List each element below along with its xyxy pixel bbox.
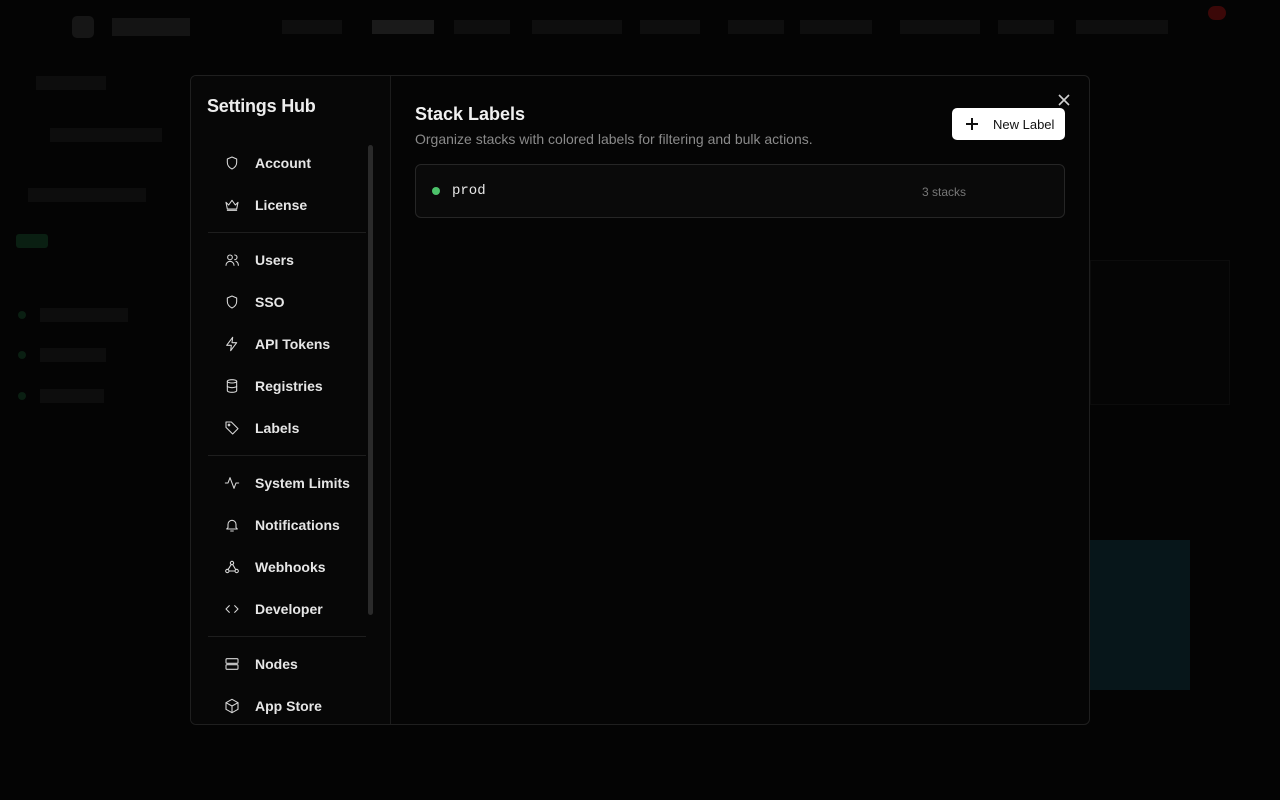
settings-nav: Account License Users SSO API Tokens Reg…: [208, 142, 366, 724]
label-row[interactable]: prod 3 stacks: [415, 164, 1065, 218]
background-nav-item: [282, 20, 342, 34]
background-status-dot: [18, 351, 26, 359]
nav-item-label: App Store: [255, 698, 322, 714]
background-nav-item: [998, 20, 1054, 34]
background-nav-item: [640, 20, 700, 34]
label-stack-count: 3 stacks: [922, 185, 967, 199]
nav-item-label: Labels: [255, 420, 300, 436]
background-sidebar-item: [36, 76, 106, 90]
bell-icon: [223, 516, 241, 534]
close-button[interactable]: [1057, 93, 1073, 109]
close-icon: [1058, 94, 1070, 106]
background-status-chip: [16, 234, 48, 248]
background-status-dot: [18, 311, 26, 319]
sidebar-scrollbar[interactable]: [368, 145, 373, 615]
nav-item-nodes[interactable]: Nodes: [208, 643, 366, 685]
shield-icon: [223, 154, 241, 172]
shield-icon: [223, 293, 241, 311]
page-subtitle: Organize stacks with colored labels for …: [415, 131, 813, 147]
settings-content: Stack Labels Organize stacks with colore…: [391, 76, 1089, 724]
nav-item-label: System Limits: [255, 475, 350, 491]
nav-item-sso[interactable]: SSO: [208, 281, 366, 323]
settings-title: Settings Hub: [207, 96, 316, 116]
nav-item-label: Account: [255, 155, 311, 171]
nav-item-developer[interactable]: Developer: [208, 588, 366, 630]
server-icon: [223, 655, 241, 673]
nav-item-label: Webhooks: [255, 559, 326, 575]
nav-item-label: Registries: [255, 378, 323, 394]
activity-icon: [223, 474, 241, 492]
nav-item-system-limits[interactable]: System Limits: [208, 462, 366, 504]
nav-item-label: Nodes: [255, 656, 298, 672]
background-sidebar-item: [28, 188, 146, 202]
webhook-icon: [223, 558, 241, 576]
background-status-dot: [18, 392, 26, 400]
background-nav-item: [372, 20, 434, 34]
background-sidebar-item: [50, 128, 162, 142]
nav-item-label: SSO: [255, 294, 285, 310]
nav-item-registries[interactable]: Registries: [208, 365, 366, 407]
nav-item-users[interactable]: Users: [208, 239, 366, 281]
background-nav-item: [532, 20, 622, 34]
plus-icon: [966, 118, 978, 130]
background-chart-bar: [1090, 540, 1190, 690]
lightning-icon: [223, 335, 241, 353]
users-icon: [223, 251, 241, 269]
background-sidebar-item: [40, 308, 128, 322]
nav-item-api-tokens[interactable]: API Tokens: [208, 323, 366, 365]
background-nav-item: [454, 20, 510, 34]
settings-modal: Settings Hub Account License Users SSO A: [190, 75, 1090, 725]
label-color-dot: [432, 187, 440, 195]
database-icon: [223, 377, 241, 395]
nav-item-label: Notifications: [255, 517, 340, 533]
label-name: prod: [452, 183, 486, 199]
nav-item-label: Developer: [255, 601, 323, 617]
package-icon: [223, 697, 241, 715]
background-nav-item: [800, 20, 872, 34]
nav-item-account[interactable]: Account: [208, 142, 366, 184]
new-label-button[interactable]: New Label: [952, 108, 1065, 140]
nav-divider: [208, 636, 366, 637]
nav-item-notifications[interactable]: Notifications: [208, 504, 366, 546]
nav-item-app-store[interactable]: App Store: [208, 685, 366, 724]
background-logo-text: [112, 18, 190, 36]
background-topbar: [0, 0, 1280, 56]
background-nav-item: [1076, 20, 1168, 34]
background-logo-icon: [72, 16, 94, 38]
page-title: Stack Labels: [415, 104, 526, 124]
tag-icon: [223, 419, 241, 437]
background-nav-item: [728, 20, 784, 34]
nav-item-label: Users: [255, 252, 294, 268]
background-sidebar-item: [40, 348, 106, 362]
background-card: [1090, 260, 1230, 405]
nav-item-webhooks[interactable]: Webhooks: [208, 546, 366, 588]
crown-icon: [223, 196, 241, 214]
nav-divider: [208, 455, 366, 456]
background-notification-badge: [1208, 6, 1226, 20]
code-icon: [223, 600, 241, 618]
nav-item-label: API Tokens: [255, 336, 331, 352]
nav-divider: [208, 232, 366, 233]
nav-item-label: License: [255, 197, 308, 213]
settings-sidebar: Settings Hub Account License Users SSO A: [191, 76, 391, 724]
nav-item-labels[interactable]: Labels: [208, 407, 366, 449]
background-sidebar-item: [40, 389, 104, 403]
nav-item-license[interactable]: License: [208, 184, 366, 226]
new-label-button-label: New Label: [993, 116, 1055, 132]
background-nav-item: [900, 20, 980, 34]
